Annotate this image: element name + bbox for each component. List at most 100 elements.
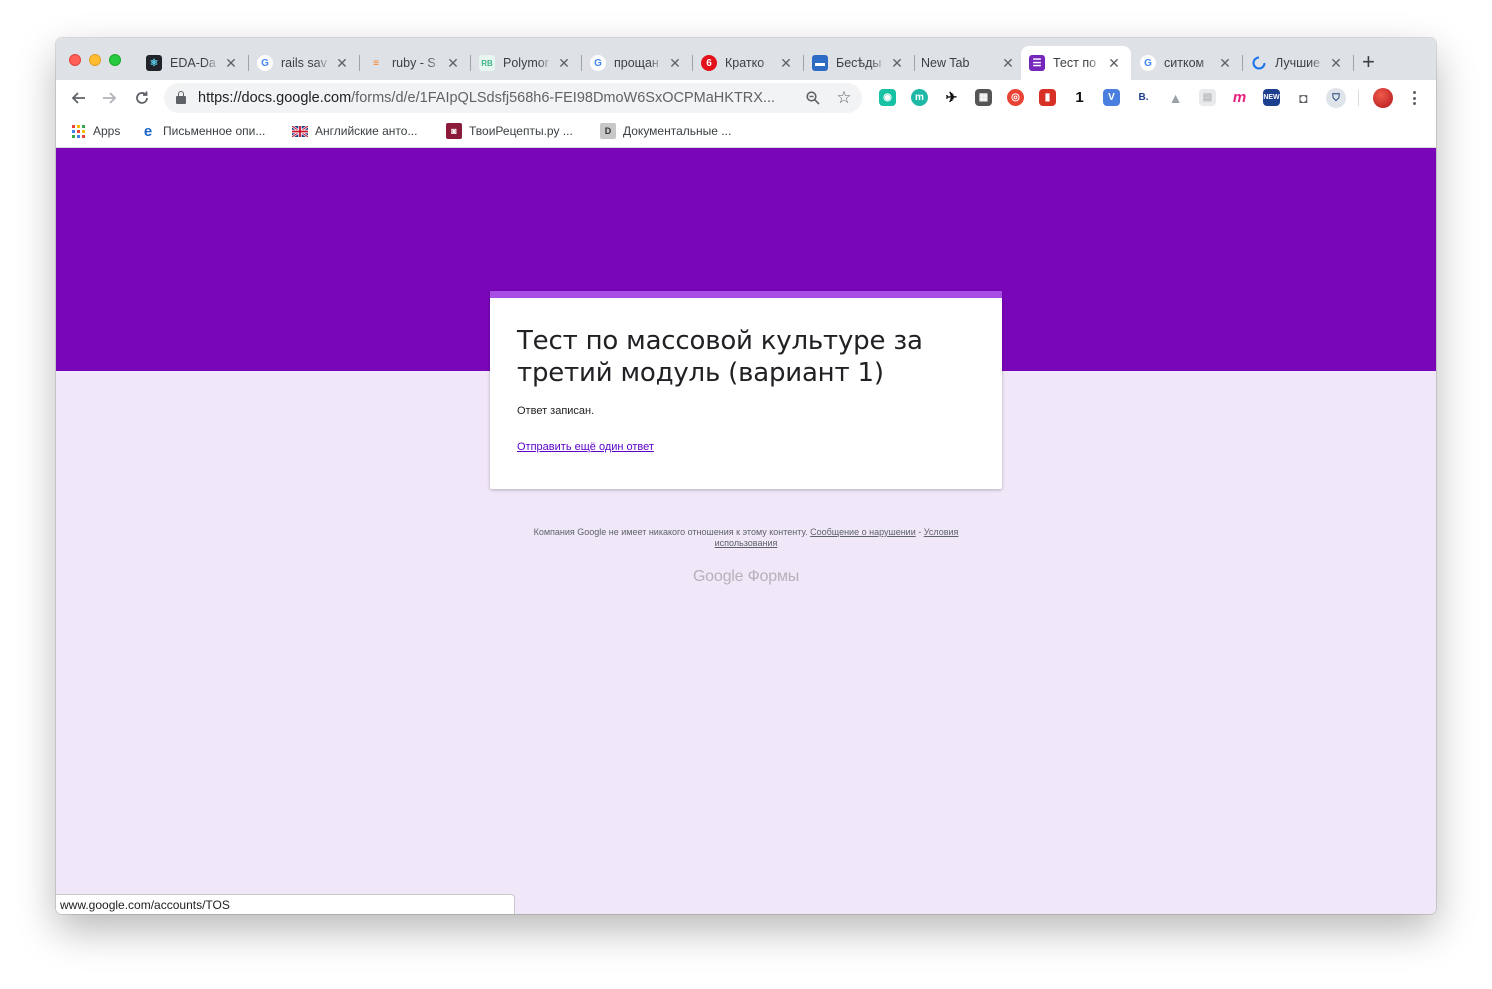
form-title: Тест по массовой культуре за третий моду… bbox=[517, 326, 923, 388]
tab-title: Лучшие bbox=[1275, 56, 1321, 70]
bookmark-star-icon[interactable]: ☆ bbox=[835, 88, 853, 107]
tab-title: Тест по bbox=[1053, 56, 1097, 70]
tab-strip: ⚛ EDA-Da ✕ G rails sav ✕ ≡ ruby - S ✕ RB… bbox=[56, 38, 1436, 80]
google-icon: G bbox=[257, 55, 273, 71]
browser-window: ⚛ EDA-Da ✕ G rails sav ✕ ≡ ruby - S ✕ RB… bbox=[56, 38, 1436, 914]
tab-new-tab[interactable]: New Tab ✕ bbox=[915, 46, 1025, 80]
tab-close-icon[interactable]: ✕ bbox=[557, 55, 571, 72]
tab-title: прощан bbox=[614, 56, 659, 70]
browser-menu-icon[interactable] bbox=[1407, 88, 1421, 108]
e-icon: e bbox=[143, 122, 153, 140]
google-forms-logo[interactable]: Google Формы bbox=[56, 568, 1436, 586]
tab-close-icon[interactable]: ✕ bbox=[668, 55, 682, 72]
forward-arrow-icon bbox=[103, 92, 117, 104]
bookmark-label: Документальные ... bbox=[623, 124, 732, 138]
apps-grid-icon bbox=[70, 123, 86, 139]
tab-title: ситком bbox=[1164, 56, 1205, 70]
address-bar[interactable]: https://docs.google.com/forms/d/e/1FAIpQ… bbox=[164, 83, 862, 113]
footer-disclaimer: Компания Google не имеет никакого отноше… bbox=[510, 527, 982, 549]
new-tab-button[interactable]: + bbox=[1362, 51, 1375, 73]
bookmark-dokumentalnye[interactable]: D Документальные ... bbox=[600, 123, 731, 139]
tab-title: EDA-Da bbox=[170, 56, 216, 70]
tab-besedy[interactable]: ▬ Бесѣды ✕ bbox=[804, 46, 914, 80]
tab-close-icon[interactable]: ✕ bbox=[779, 55, 793, 72]
tab-rails[interactable]: G rails sav ✕ bbox=[249, 46, 359, 80]
loading-icon bbox=[1251, 55, 1267, 71]
bookmark-label: Английские анто... bbox=[315, 124, 418, 138]
extension-red-book-icon[interactable]: ▮ bbox=[1039, 89, 1056, 106]
tab-title: Бесѣды bbox=[836, 56, 882, 70]
tab-proshchan[interactable]: G прощан ✕ bbox=[582, 46, 692, 80]
tab-luchshie[interactable]: Лучшие ✕ bbox=[1243, 46, 1353, 80]
tab-close-icon[interactable]: ✕ bbox=[1001, 55, 1015, 72]
tab-close-icon[interactable]: ✕ bbox=[224, 55, 238, 72]
bookmark-tvoirecepty[interactable]: ◙ ТвоиРецепты.ру ... bbox=[446, 123, 573, 139]
extension-b-icon[interactable]: B. bbox=[1135, 89, 1152, 106]
disclaimer-text: Компания Google не имеет никакого отноше… bbox=[533, 527, 808, 537]
bookmark-pismennoe[interactable]: e Письменное опи... bbox=[140, 122, 266, 140]
submit-another-response-link[interactable]: Отправить ещё один ответ bbox=[517, 441, 654, 453]
back-button[interactable] bbox=[66, 86, 90, 110]
extension-shield-icon[interactable]: ⛉ bbox=[1326, 88, 1346, 108]
extension-m-pink-icon[interactable]: m bbox=[1231, 89, 1248, 106]
google-icon: G bbox=[590, 55, 606, 71]
extension-v-icon[interactable]: V bbox=[1103, 89, 1120, 106]
forward-button[interactable] bbox=[98, 86, 122, 110]
tab-sitkom[interactable]: G ситком ✕ bbox=[1132, 46, 1242, 80]
bookmark-angliyskie[interactable]: Английские анто... bbox=[292, 123, 417, 139]
recipe-icon: ◙ bbox=[446, 123, 462, 139]
window-maximize-button[interactable] bbox=[109, 54, 121, 66]
tab-title: New Tab bbox=[921, 56, 970, 70]
tab-close-icon[interactable]: ✕ bbox=[446, 55, 460, 72]
footer-separator: - bbox=[915, 527, 924, 537]
bookmark-label: Письменное опи... bbox=[163, 124, 266, 138]
tab-title: rails sav bbox=[281, 56, 327, 70]
browser-toolbar: https://docs.google.com/forms/d/e/1FAIpQ… bbox=[56, 80, 1436, 116]
extension-bird-icon[interactable]: ✈ bbox=[943, 89, 960, 106]
tab-eda[interactable]: ⚛ EDA-Da ✕ bbox=[138, 46, 248, 80]
bookmark-apps[interactable]: Apps bbox=[70, 123, 120, 139]
uk-flag-icon bbox=[292, 123, 308, 139]
forms-icon: ☰ bbox=[1029, 55, 1045, 71]
stackoverflow-icon: ≡ bbox=[373, 57, 379, 69]
lock-icon bbox=[176, 91, 186, 104]
tab-close-icon[interactable]: ✕ bbox=[1329, 55, 1343, 72]
zoom-icon[interactable] bbox=[804, 89, 822, 107]
extension-drive-icon[interactable]: ▲ bbox=[1167, 89, 1184, 106]
tab-ruby[interactable]: ≡ ruby - S ✕ bbox=[360, 46, 470, 80]
extension-chrome-icon[interactable]: ◎ bbox=[1007, 89, 1024, 106]
confirmation-message: Ответ записан. bbox=[517, 405, 595, 417]
tab-close-icon[interactable]: ✕ bbox=[1107, 55, 1121, 72]
extension-camera-icon[interactable]: ◘ bbox=[1295, 89, 1312, 106]
url-text[interactable]: https://docs.google.com/forms/d/e/1FAIpQ… bbox=[198, 90, 798, 106]
back-arrow-icon bbox=[71, 92, 85, 104]
extension-grammarly-icon[interactable]: ◉ bbox=[879, 89, 896, 106]
bookmark-label: ТвоиРецепты.ру ... bbox=[469, 124, 573, 138]
bookmark-label: Apps bbox=[93, 124, 121, 138]
extension-m-icon[interactable]: m bbox=[911, 89, 928, 106]
extension-one-icon[interactable]: 1 bbox=[1071, 89, 1088, 106]
window-minimize-button[interactable] bbox=[89, 54, 101, 66]
extension-new-icon[interactable]: NEW bbox=[1263, 89, 1280, 106]
card-accent-bar bbox=[490, 291, 1002, 298]
extension-grey-icon[interactable]: ▤ bbox=[1199, 89, 1216, 106]
tab-close-icon[interactable]: ✕ bbox=[1218, 55, 1232, 72]
reload-button[interactable] bbox=[130, 86, 154, 110]
tab-title: ruby - S bbox=[392, 56, 436, 70]
tab-forms-active[interactable]: ☰ Тест по ✕ bbox=[1021, 46, 1131, 80]
tab-close-icon[interactable]: ✕ bbox=[335, 55, 349, 72]
report-abuse-link[interactable]: Сообщение о нарушении bbox=[810, 527, 916, 537]
react-icon: ⚛ bbox=[146, 55, 162, 71]
profile-avatar[interactable] bbox=[1373, 88, 1393, 108]
tab-kratko[interactable]: 6 Кратко ✕ bbox=[693, 46, 803, 80]
tab-close-icon[interactable]: ✕ bbox=[890, 55, 904, 72]
extension-game-icon[interactable]: ▦ bbox=[975, 89, 992, 106]
tab-polymorph[interactable]: RB Polymor ✕ bbox=[471, 46, 581, 80]
window-close-button[interactable] bbox=[69, 54, 81, 66]
tab-title: Кратко bbox=[725, 56, 765, 70]
reload-icon bbox=[136, 91, 148, 104]
rb-icon: RB bbox=[479, 55, 495, 71]
six-icon: 6 bbox=[701, 55, 717, 71]
chat-icon: ▬ bbox=[812, 55, 828, 71]
doc-icon: D bbox=[600, 123, 616, 139]
